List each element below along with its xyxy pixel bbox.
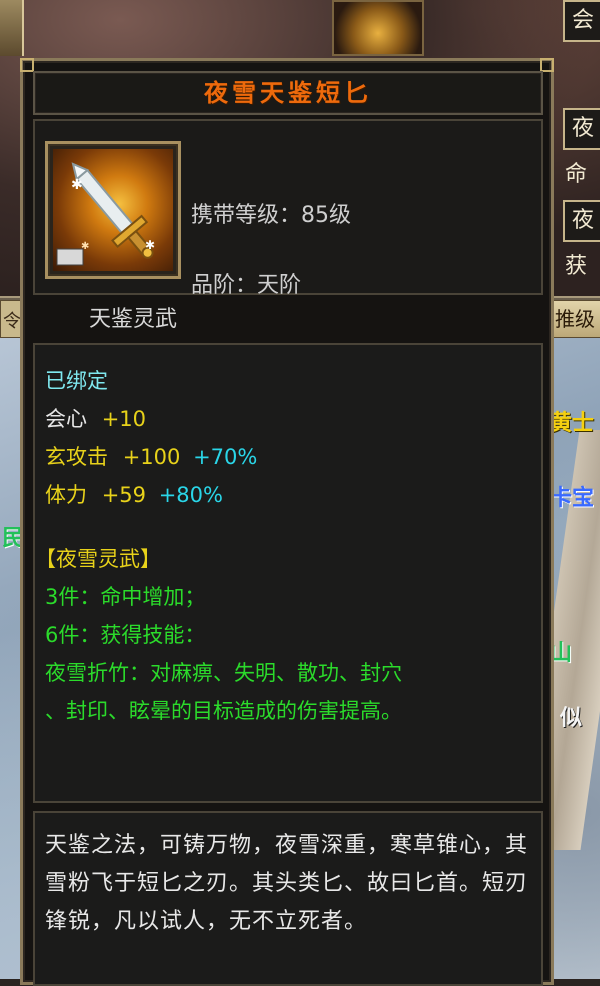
stat-row: 体力 +59 +80% xyxy=(45,479,223,509)
tooltip-title-bar: 夜雪天鉴短匕 xyxy=(33,71,543,115)
carry-level-label: 携带等级： xyxy=(191,203,302,228)
attribute-box: 已绑定 会心 +10 玄攻击 +100 +70% 体力 +59 +80% 【夜雪… xyxy=(33,343,543,803)
item-grade: 品阶：天阶 xyxy=(191,267,301,299)
stat-value: +59 xyxy=(101,483,147,507)
side-label-2: 获 xyxy=(565,254,588,279)
scene-left-ornament xyxy=(0,0,24,56)
item-header: ✱ ✱ ✱ 携带等级：85级 品阶：天阶 xyxy=(33,119,543,298)
side-button-1[interactable]: 会 xyxy=(563,0,600,42)
side-label-1: 命 xyxy=(565,162,588,187)
side-button-2[interactable]: 夜 xyxy=(563,108,600,150)
item-name: 夜雪天鉴短匕 xyxy=(204,78,372,107)
set-effect-line: 夜雪折竹：对麻痹、失明、散功、封穴 xyxy=(45,661,402,685)
svg-text:✱: ✱ xyxy=(71,177,83,193)
item-description: 天鉴之法，可铸万物，夜雪深重，寒草锥心，其雪粉飞于短匕之刃。其头类匕、故曰匕首。… xyxy=(45,833,529,934)
item-grade-value: 天阶 xyxy=(257,273,302,298)
side-button-3[interactable]: 夜 xyxy=(563,200,600,242)
stat-name: 会心 xyxy=(45,407,87,431)
stat-name: 体力 xyxy=(45,483,87,507)
set-name: 【夜雪灵武】 xyxy=(35,547,161,571)
item-grade-label: 品阶： xyxy=(191,273,258,298)
svg-text:✱: ✱ xyxy=(145,238,155,252)
carry-level-value: 85级 xyxy=(301,203,352,228)
stat-bonus: +70% xyxy=(193,445,258,469)
scene-text-4: 似 xyxy=(560,706,583,731)
item-tooltip: 夜雪天鉴短匕 ✱ ✱ ✱ 携带等级：85级 品阶：天阶 天鉴灵武 已绑定 会心 … xyxy=(20,58,554,986)
panel-corner-ornament xyxy=(540,58,554,72)
scene-text-1: 黄士 xyxy=(550,411,595,436)
scene-text-2: 卡宝 xyxy=(550,486,595,511)
description-box: 天鉴之法，可铸万物，夜雪深重，寒草锥心，其雪粉飞于短匕之刃。其头类匕、故曰匕首。… xyxy=(33,811,543,986)
stat-bonus: +80% xyxy=(158,483,223,507)
tab-left-label: 令 xyxy=(3,311,21,332)
tab-right[interactable]: 推级 xyxy=(548,300,600,338)
carry-level: 携带等级：85级 xyxy=(191,197,351,229)
stat-name: 玄攻击 xyxy=(45,445,108,469)
stat-row: 玄攻击 +100 +70% xyxy=(45,441,257,471)
stat-row: 会心 +10 xyxy=(45,403,146,433)
dagger-icon: ✱ ✱ ✱ xyxy=(53,149,173,271)
bound-status: 已绑定 xyxy=(45,369,108,393)
equipment-slot-icon[interactable] xyxy=(332,0,424,56)
set-effect-line: 3件：命中增加； xyxy=(45,585,206,609)
set-effect-line: 6件：获得技能： xyxy=(45,623,206,647)
panel-corner-ornament xyxy=(20,58,34,72)
stat-value: +10 xyxy=(101,407,147,431)
item-icon-frame: ✱ ✱ ✱ xyxy=(45,141,181,279)
item-category: 天鉴灵武 xyxy=(89,307,178,332)
stat-value: +100 xyxy=(122,445,181,469)
set-effect-line: 、封印、眩晕的目标造成的伤害提高。 xyxy=(45,699,402,723)
